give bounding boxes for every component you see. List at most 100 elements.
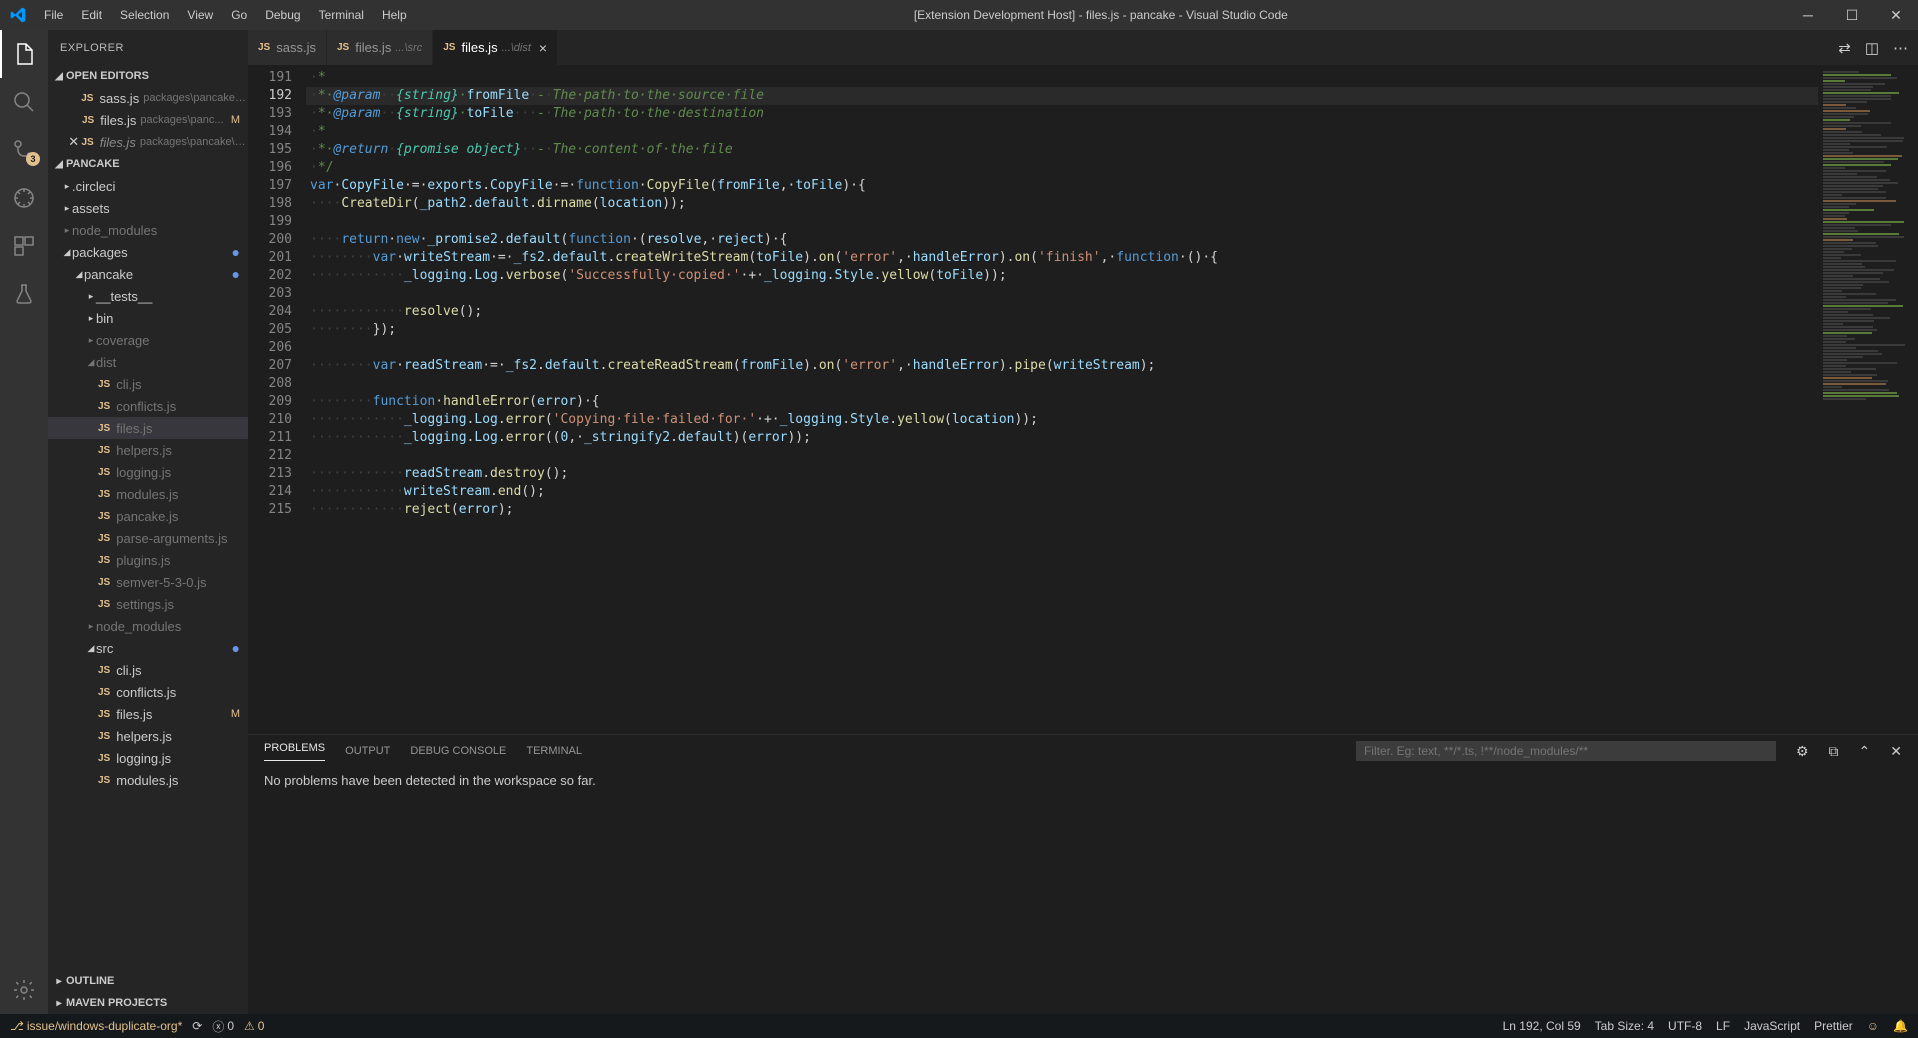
folder-item[interactable]: ▸ .circleci: [48, 175, 248, 197]
editor-tab[interactable]: JSsass.js: [248, 30, 327, 65]
error-count[interactable]: ⓧ 0: [212, 1018, 234, 1035]
warning-count[interactable]: ⚠ 0: [244, 1019, 264, 1033]
debug-icon[interactable]: [0, 174, 48, 222]
chevron-down-icon: ◢: [62, 247, 72, 258]
folder-item[interactable]: ◢ packages●: [48, 241, 248, 263]
maven-section[interactable]: ▸MAVEN PROJECTS: [48, 992, 248, 1014]
chevron-right-icon: ▸: [62, 225, 72, 236]
encoding[interactable]: UTF-8: [1668, 1019, 1702, 1033]
folder-item[interactable]: ▸ node_modules: [48, 219, 248, 241]
tab-close-icon[interactable]: ×: [539, 40, 547, 56]
chevron-down-icon: ◢: [86, 357, 96, 368]
js-file-icon: JS: [337, 42, 349, 53]
problems-filter-input[interactable]: [1356, 741, 1776, 761]
file-item[interactable]: JSfiles.js: [48, 417, 248, 439]
editor-body[interactable]: 1911921931941951961971981992002012022032…: [248, 65, 1918, 734]
file-item[interactable]: JScli.js: [48, 373, 248, 395]
js-file-icon: JS: [98, 445, 110, 456]
maximize-icon[interactable]: ☐: [1830, 7, 1874, 24]
line-gutter: 1911921931941951961971981992002012022032…: [248, 65, 306, 734]
scm-icon[interactable]: 3: [0, 126, 48, 174]
file-item[interactable]: JSmodules.js: [48, 769, 248, 791]
editor-tab[interactable]: JSfiles.js ...\src: [327, 30, 433, 65]
filter-settings-icon[interactable]: ⚙: [1796, 743, 1809, 760]
menu-debug[interactable]: Debug: [256, 8, 309, 22]
file-item[interactable]: JSconflicts.js: [48, 681, 248, 703]
menu-terminal[interactable]: Terminal: [310, 8, 373, 22]
folder-item[interactable]: ▸ coverage: [48, 329, 248, 351]
beaker-icon[interactable]: [0, 270, 48, 318]
feedback-icon[interactable]: ☺: [1867, 1019, 1879, 1033]
minimap[interactable]: [1818, 65, 1918, 734]
menu-selection[interactable]: Selection: [111, 8, 178, 22]
folder-item[interactable]: ◢ src●: [48, 637, 248, 659]
panel-tab-terminal[interactable]: TERMINAL: [526, 745, 582, 757]
branch-indicator[interactable]: ⎇ issue/windows-duplicate-org*: [10, 1019, 182, 1033]
menu-help[interactable]: Help: [373, 8, 416, 22]
file-item[interactable]: JShelpers.js: [48, 439, 248, 461]
file-item[interactable]: JSparse-arguments.js: [48, 527, 248, 549]
folder-item[interactable]: ▸ assets: [48, 197, 248, 219]
bell-icon[interactable]: 🔔: [1893, 1019, 1908, 1033]
menu-view[interactable]: View: [178, 8, 222, 22]
file-item[interactable]: JSlogging.js: [48, 461, 248, 483]
explorer-icon[interactable]: [0, 30, 48, 78]
panel-tab-debug[interactable]: DEBUG CONSOLE: [410, 745, 506, 757]
folder-item[interactable]: ◢ dist: [48, 351, 248, 373]
js-file-icon: JS: [81, 137, 93, 148]
panel-tab-output[interactable]: OUTPUT: [345, 745, 390, 757]
js-file-icon: JS: [81, 93, 93, 104]
menu-go[interactable]: Go: [222, 8, 256, 22]
compare-changes-icon[interactable]: ⇄: [1838, 39, 1851, 57]
sidebar: EXPLORER ◢OPEN EDITORS JSsass.jspackages…: [48, 30, 248, 1014]
split-editor-icon[interactable]: ◫: [1865, 39, 1879, 57]
menu-edit[interactable]: Edit: [72, 8, 111, 22]
open-editors-section[interactable]: ◢OPEN EDITORS: [48, 65, 248, 87]
titlebar: FileEditSelectionViewGoDebugTerminalHelp…: [0, 0, 1918, 30]
tab-size[interactable]: Tab Size: 4: [1595, 1019, 1654, 1033]
eol[interactable]: LF: [1716, 1019, 1730, 1033]
js-file-icon: JS: [98, 577, 110, 588]
file-item[interactable]: JSfiles.jsM: [48, 703, 248, 725]
file-item[interactable]: JSsemver-5-3-0.js: [48, 571, 248, 593]
menu-file[interactable]: File: [35, 8, 72, 22]
search-icon[interactable]: [0, 78, 48, 126]
panel-tab-problems[interactable]: PROBLEMS: [264, 742, 325, 761]
folder-item[interactable]: ▸ bin: [48, 307, 248, 329]
open-editor-item[interactable]: JSfiles.jspackages\panc...M: [48, 109, 248, 131]
cursor-position[interactable]: Ln 192, Col 59: [1503, 1019, 1581, 1033]
file-item[interactable]: JSsettings.js: [48, 593, 248, 615]
minimize-icon[interactable]: ─: [1786, 7, 1830, 24]
file-item[interactable]: JSpancake.js: [48, 505, 248, 527]
extensions-icon[interactable]: [0, 222, 48, 270]
file-item[interactable]: JSplugins.js: [48, 549, 248, 571]
project-section[interactable]: ◢PANCAKE: [48, 153, 248, 175]
panel-tabs: PROBLEMS OUTPUT DEBUG CONSOLE TERMINAL ⚙…: [248, 735, 1918, 767]
collapse-all-icon[interactable]: ⧉: [1829, 743, 1839, 760]
sync-icon[interactable]: ⟳: [192, 1019, 202, 1033]
js-file-icon: JS: [98, 467, 110, 478]
file-item[interactable]: JSmodules.js: [48, 483, 248, 505]
outline-section[interactable]: ▸OUTLINE: [48, 970, 248, 992]
open-editor-item[interactable]: ✕JSfiles.jspackages\pancake\dist: [48, 131, 248, 153]
close-icon[interactable]: ✕: [66, 134, 81, 150]
prettier-status[interactable]: Prettier: [1814, 1019, 1853, 1033]
file-item[interactable]: JScli.js: [48, 659, 248, 681]
close-icon[interactable]: ✕: [1874, 7, 1918, 24]
file-item[interactable]: JShelpers.js: [48, 725, 248, 747]
modified-indicator: M: [231, 708, 240, 720]
editor-tab[interactable]: JSfiles.js ...\dist×: [433, 30, 558, 65]
settings-gear-icon[interactable]: [0, 966, 48, 1014]
file-item[interactable]: JSconflicts.js: [48, 395, 248, 417]
panel-maximize-icon[interactable]: ⌃: [1859, 743, 1871, 760]
open-editor-item[interactable]: JSsass.jspackages\pancake-s...: [48, 87, 248, 109]
code-content[interactable]: ·*·*·@param··{string}·fromFile·-·The·pat…: [306, 65, 1818, 734]
file-item[interactable]: JSlogging.js: [48, 747, 248, 769]
folder-item[interactable]: ▸ node_modules: [48, 615, 248, 637]
folder-item[interactable]: ▸ __tests__: [48, 285, 248, 307]
language-mode[interactable]: JavaScript: [1744, 1019, 1800, 1033]
more-actions-icon[interactable]: ⋯: [1893, 39, 1908, 57]
panel-close-icon[interactable]: ✕: [1890, 743, 1902, 760]
folder-item[interactable]: ◢ pancake●: [48, 263, 248, 285]
chevron-right-icon: ▸: [62, 181, 72, 192]
